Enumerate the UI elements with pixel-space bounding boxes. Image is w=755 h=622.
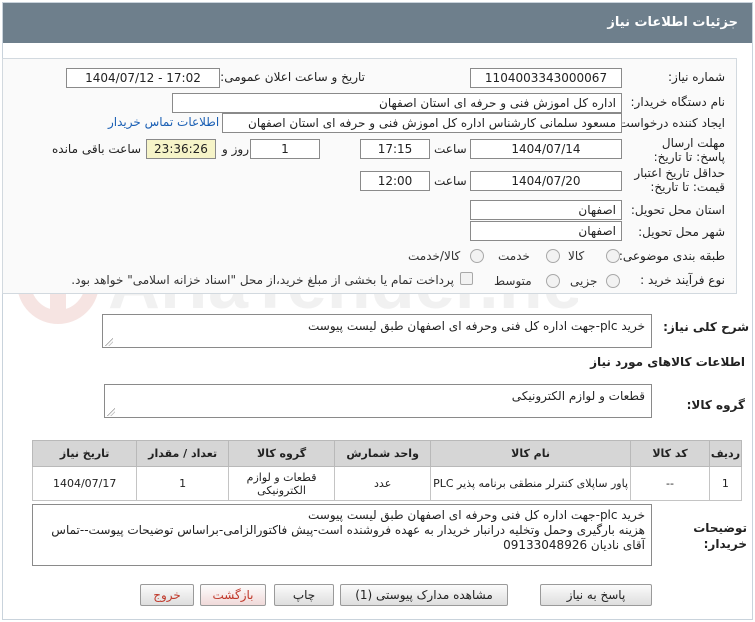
days-label: روز و [222, 142, 249, 156]
announce-field[interactable]: 1404/07/12 - 17:02 [66, 68, 220, 88]
cell-group: قطعات و لوازم الکترونیکی [227, 466, 336, 501]
need-number-label: شماره نیاز: [668, 70, 725, 84]
cell-code: -- [630, 466, 710, 501]
cell-name: پاور ساپلای کنترلر منطقی برنامه پذیر PLC [430, 466, 632, 501]
buyer-notes-textarea[interactable]: خرید plc-جهت اداره کل فنی وحرفه ای اصفها… [32, 504, 652, 566]
col-group: گروه کالا [227, 440, 336, 467]
items-table-header: ردیف کد کالا نام کالا واحد شمارش گروه کا… [31, 440, 743, 467]
deadline-date-field[interactable]: 1404/07/14 [470, 139, 622, 159]
cell-unit: عدد [334, 466, 432, 501]
category-radio-goods[interactable] [606, 249, 620, 263]
validity-date-field[interactable]: 1404/07/20 [470, 171, 622, 191]
cell-quantity: 1 [136, 466, 229, 501]
province-label: استان محل تحویل: [630, 203, 725, 217]
days-field[interactable]: 1 [250, 139, 320, 159]
category-option-goods-service: کالا/خدمت [408, 249, 461, 263]
goods-group-text: قطعات و لوازم الکترونیکی [511, 389, 645, 403]
need-number-field[interactable]: 1104003343000067 [470, 68, 622, 88]
requester-label: ایجاد کننده درخواست: [614, 116, 725, 130]
province-field[interactable]: اصفهان [470, 200, 622, 220]
city-label: شهر محل تحویل: [638, 225, 725, 239]
back-button[interactable]: بازگشت [200, 584, 266, 606]
resize-grip-icon[interactable] [105, 338, 113, 346]
city-field[interactable]: اصفهان [470, 221, 622, 241]
category-option-service: خدمت [498, 249, 530, 263]
col-row: ردیف [708, 440, 743, 467]
view-attachments-button[interactable]: مشاهده مدارک پیوستی (1) [340, 584, 508, 606]
page-header: جزئیات اطلاعات نیاز [3, 3, 752, 43]
col-quantity: تعداد / مقدار [136, 440, 229, 467]
process-option-medium: متوسط [494, 274, 532, 288]
remaining-label: ساعت باقی مانده [52, 142, 142, 156]
print-button[interactable]: چاپ [274, 584, 334, 606]
col-date: تاریخ نیاز [31, 440, 138, 467]
process-radio-medium[interactable] [546, 274, 560, 288]
treasury-checkbox[interactable] [460, 272, 473, 285]
items-table: ردیف کد کالا نام کالا واحد شمارش گروه کا… [31, 440, 743, 501]
summary-label: شرح کلی نیاز: [663, 320, 749, 334]
summary-text: خرید plc-جهت اداره کل فنی وحرفه ای اصفها… [308, 319, 645, 333]
exit-button[interactable]: خروج [140, 584, 194, 606]
deadline-time-field[interactable]: 17:15 [360, 139, 430, 159]
col-code: کد کالا [630, 440, 710, 467]
resize-grip-icon[interactable] [107, 408, 115, 416]
buyer-org-field[interactable]: اداره کل اموزش فنی و حرفه ای استان اصفها… [172, 93, 622, 113]
validity-time-field[interactable]: 12:00 [360, 171, 430, 191]
treasury-checkbox-label: پرداخت تمام یا بخشی از مبلغ خرید،از محل … [71, 273, 454, 287]
deadline-time-label: ساعت [434, 142, 467, 156]
requester-field[interactable]: مسعود سلمانی کارشناس اداره کل اموزش فنی … [222, 113, 622, 133]
process-label: نوع فرآیند خرید : [640, 273, 725, 287]
cell-row: 1 [708, 466, 743, 501]
process-radio-minor[interactable] [606, 274, 620, 288]
category-radio-goods-service[interactable] [470, 249, 484, 263]
category-option-goods: کالا [568, 249, 585, 263]
table-row[interactable]: 1 -- پاور ساپلای کنترلر منطقی برنامه پذی… [31, 466, 743, 501]
buyer-notes-line-3: آقای نادیان 09133048926 [503, 538, 645, 552]
category-label: طبقه بندی موضوعی: [618, 249, 725, 263]
summary-textarea[interactable]: خرید plc-جهت اداره کل فنی وحرفه ای اصفها… [102, 314, 652, 348]
remaining-time-field: 23:36:26 [146, 139, 216, 159]
buyer-org-label: نام دستگاه خریدار: [630, 95, 726, 109]
category-radio-service[interactable] [546, 249, 560, 263]
validity-label: حداقل تاریخ اعتبار قیمت: تا تاریخ: [634, 166, 725, 194]
col-unit: واحد شمارش [334, 440, 432, 467]
announce-label: تاریخ و ساعت اعلان عمومی: [220, 70, 365, 84]
buyer-contact-link[interactable]: اطلاعات تماس خریدار [108, 115, 219, 129]
goods-group-label: گروه کالا: [686, 398, 745, 412]
buyer-notes-line-1: خرید plc-جهت اداره کل فنی وحرفه ای اصفها… [308, 508, 645, 522]
reply-button[interactable]: پاسخ به نیاز [540, 584, 652, 606]
buyer-notes-label: توضیحات خریدار: [693, 521, 747, 551]
cell-date: 1404/07/17 [31, 466, 138, 501]
col-name: نام کالا [430, 440, 632, 467]
process-option-minor: جزیی [570, 274, 598, 288]
buyer-notes-line-2: هزینه بارگیری وحمل وتخلیه درانبار خریدار… [51, 523, 645, 537]
page-title: جزئیات اطلاعات نیاز [607, 15, 738, 30]
goods-group-field[interactable]: قطعات و لوازم الکترونیکی [104, 384, 652, 418]
deadline-label: مهلت ارسال پاسخ: تا تاریخ: [653, 136, 725, 164]
goods-info-title: اطلاعات کالاهای مورد نیاز [590, 355, 745, 369]
validity-time-label: ساعت [434, 174, 467, 188]
